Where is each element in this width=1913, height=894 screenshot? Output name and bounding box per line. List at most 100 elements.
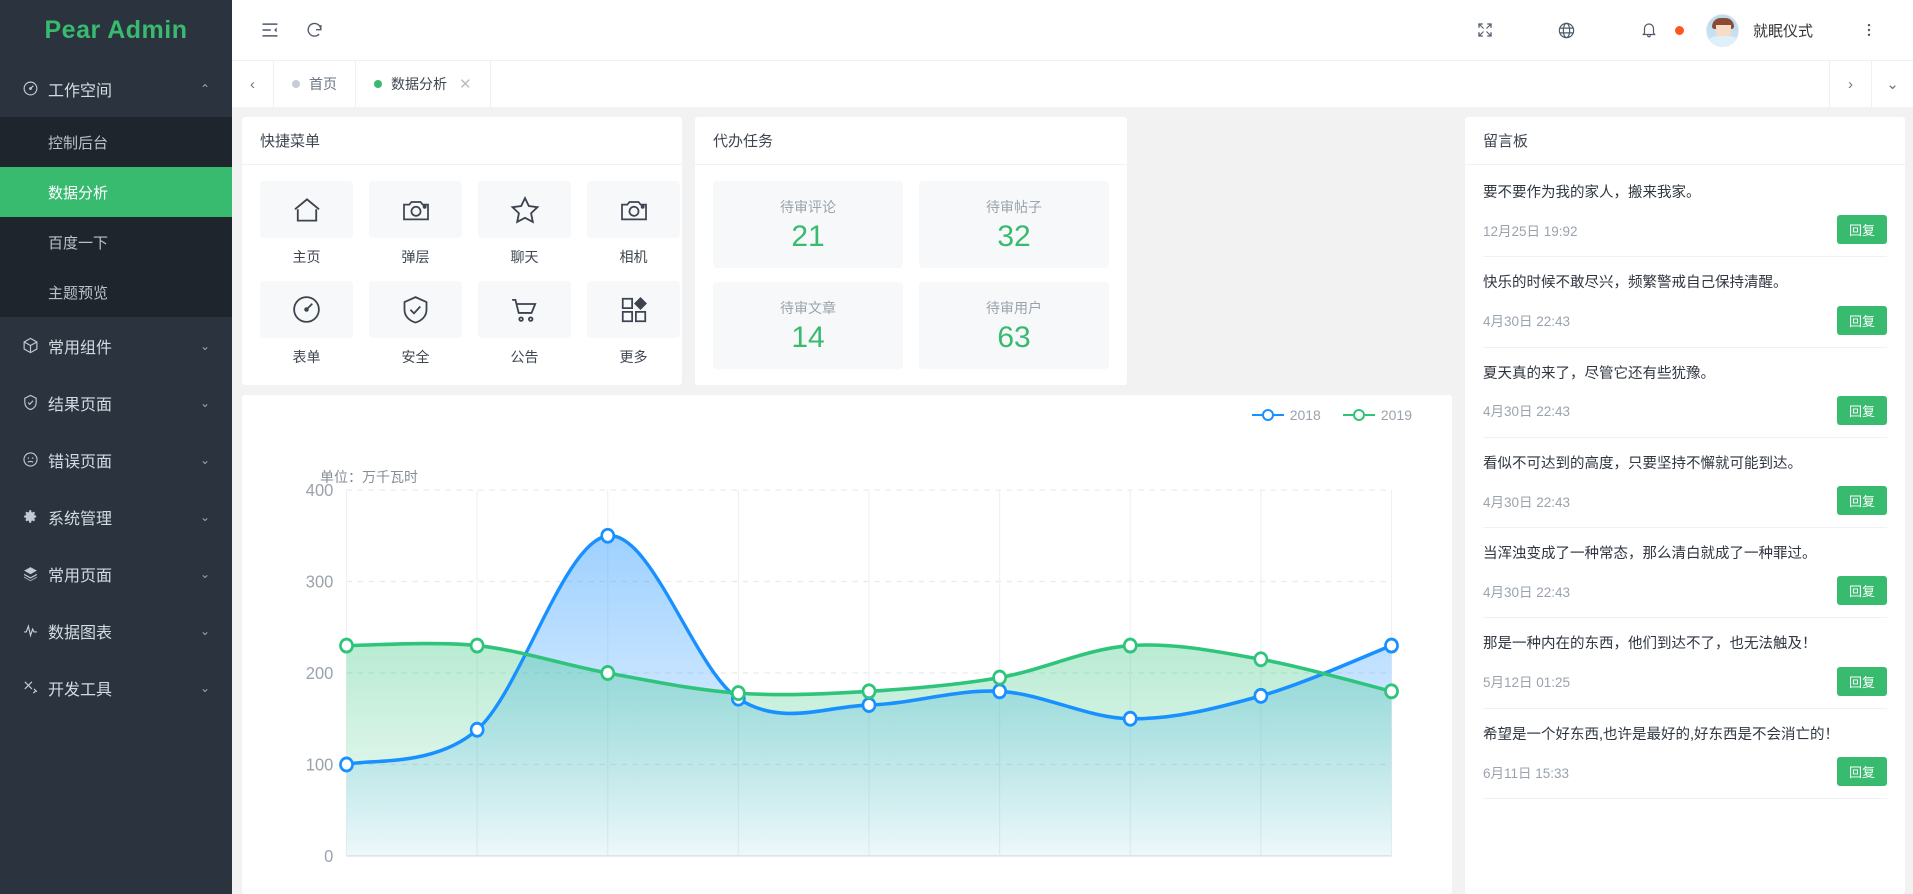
quick-item-security[interactable]: 安全 xyxy=(369,281,462,367)
todo-item-count: 14 xyxy=(791,323,824,353)
notification-dot xyxy=(1675,26,1684,35)
data-point[interactable] xyxy=(471,723,483,736)
data-point[interactable] xyxy=(1385,639,1397,652)
quick-item-chat[interactable]: 聊天 xyxy=(478,181,571,267)
quick-menu-grid: 主页 弹层 xyxy=(260,181,664,367)
sidebar-group-common-pages[interactable]: 常用页面 ⌄ xyxy=(0,545,232,602)
sidebar-item-control-backend[interactable]: 控制后台 xyxy=(0,117,232,167)
quick-item-home[interactable]: 主页 xyxy=(260,181,353,267)
legend-label: 2019 xyxy=(1381,407,1412,423)
reply-button[interactable]: 回复 xyxy=(1837,215,1887,244)
brand-logo: Pear Admin xyxy=(0,0,232,60)
todo-item-users[interactable]: 待审用户 63 xyxy=(919,282,1109,369)
todo-item-articles[interactable]: 待审文章 14 xyxy=(713,282,903,369)
reply-button[interactable]: 回复 xyxy=(1837,396,1887,425)
quick-item-notice[interactable]: 公告 xyxy=(478,281,571,367)
data-point[interactable] xyxy=(602,529,614,542)
quick-item-label: 聊天 xyxy=(511,247,539,267)
data-point[interactable] xyxy=(1385,685,1397,698)
legend-item-2018[interactable]: 2018 xyxy=(1252,407,1321,423)
avatar[interactable] xyxy=(1706,14,1739,47)
sidebar-item-baidu[interactable]: 百度一下 xyxy=(0,217,232,267)
chart-card: 2018 2019 单位：万千瓦时 0100200300400 xyxy=(242,395,1452,894)
chevron-left-icon[interactable]: ‹ xyxy=(232,61,274,107)
reply-button[interactable]: 回复 xyxy=(1837,306,1887,335)
data-point[interactable] xyxy=(994,685,1006,698)
sidebar-group-components[interactable]: 常用组件 ⌄ xyxy=(0,317,232,374)
legend-item-2019[interactable]: 2019 xyxy=(1343,407,1412,423)
data-point[interactable] xyxy=(994,671,1006,684)
quick-item-form[interactable]: 表单 xyxy=(260,281,353,367)
message-footer: 12月25日 19:92回复 xyxy=(1483,215,1887,244)
quick-item-more[interactable]: 更多 xyxy=(587,281,680,367)
legend-marker-2019 xyxy=(1343,408,1375,422)
tab-label: 数据分析 xyxy=(391,74,447,94)
cart-icon xyxy=(478,281,571,338)
sidebar-group-result-pages[interactable]: 结果页面 ⌄ xyxy=(0,374,232,431)
reply-button[interactable]: 回复 xyxy=(1837,486,1887,515)
sidebar-group-charts[interactable]: 数据图表 ⌄ xyxy=(0,602,232,659)
message-footer: 6月11日 15:33 回复 xyxy=(1483,757,1887,786)
cube-icon xyxy=(22,337,48,354)
tab-data-analysis[interactable]: 数据分析 ✕ xyxy=(356,61,491,107)
reply-button[interactable]: 回复 xyxy=(1837,667,1887,696)
data-point[interactable] xyxy=(863,698,875,711)
data-point[interactable] xyxy=(732,687,744,700)
data-point[interactable] xyxy=(1255,689,1267,702)
reply-button[interactable]: 回复 xyxy=(1837,757,1887,786)
data-point[interactable] xyxy=(471,639,483,652)
data-point[interactable] xyxy=(340,639,352,652)
quick-menu-body: 主页 弹层 xyxy=(242,165,682,385)
todo-item-count: 21 xyxy=(791,222,824,252)
notification-button[interactable] xyxy=(1627,8,1684,52)
shield-check-icon xyxy=(22,394,48,411)
sidebar: Pear Admin 工作空间 ⌃ 控制后台 数据分析 百度一下 主题预览 常用 xyxy=(0,0,232,894)
data-point[interactable] xyxy=(1255,653,1267,666)
quick-item-camera[interactable]: 相机 xyxy=(587,181,680,267)
sidebar-item-theme-preview[interactable]: 主题预览 xyxy=(0,267,232,317)
bell-icon[interactable] xyxy=(1627,8,1671,52)
sidebar-group-dev-tools[interactable]: 开发工具 ⌄ xyxy=(0,659,232,716)
left-column: 快捷菜单 主页 xyxy=(242,117,1452,894)
todo-item-posts[interactable]: 待审帖子 32 xyxy=(919,181,1109,268)
quick-menu-card: 快捷菜单 主页 xyxy=(242,117,682,385)
refresh-icon[interactable] xyxy=(292,8,336,52)
reply-button[interactable]: 回复 xyxy=(1837,576,1887,605)
chevron-up-icon: ⌃ xyxy=(200,82,210,96)
home-icon xyxy=(260,181,353,238)
username-label[interactable]: 就眠仪式 xyxy=(1753,20,1813,41)
menu-fold-icon[interactable] xyxy=(248,8,292,52)
data-point[interactable] xyxy=(1124,639,1136,652)
layers-icon xyxy=(22,565,48,582)
message-text: 快乐的时候不敢尽兴，频繁警戒自己保持清醒。 xyxy=(1483,273,1887,293)
chevron-down-icon: ⌄ xyxy=(200,624,210,638)
message-item: 夏天真的来了，尽管它还有些犹豫。4月30日 22:43回复 xyxy=(1483,348,1887,438)
tools-icon xyxy=(22,679,48,696)
todo-item-comments[interactable]: 待审评论 21 xyxy=(713,181,903,268)
y-axis-tick: 400 xyxy=(306,479,334,500)
sidebar-group-system[interactable]: 系统管理 ⌄ xyxy=(0,488,232,545)
close-icon[interactable]: ✕ xyxy=(459,75,472,93)
globe-icon[interactable] xyxy=(1545,8,1589,52)
chevron-down-icon[interactable]: ⌄ xyxy=(1871,61,1913,107)
chevron-right-icon[interactable]: › xyxy=(1829,61,1871,107)
data-point[interactable] xyxy=(340,758,352,771)
tab-home[interactable]: 首页 xyxy=(274,61,356,107)
sidebar-group-error-pages[interactable]: 错误页面 ⌄ xyxy=(0,431,232,488)
data-point[interactable] xyxy=(602,666,614,679)
more-vertical-icon[interactable] xyxy=(1847,8,1891,52)
message-list[interactable]: 要不要作为我的家人，搬来我家。12月25日 19:92回复快乐的时候不敢尽兴，频… xyxy=(1465,165,1905,894)
message-item: 那是一种内在的东西，他们到达不了，也无法触及！5月12日 01:25回复 xyxy=(1483,618,1887,708)
sidebar-group-workspace[interactable]: 工作空间 ⌃ xyxy=(0,60,232,117)
sidebar-item-data-analysis[interactable]: 数据分析 xyxy=(0,167,232,217)
fullscreen-icon[interactable] xyxy=(1463,8,1507,52)
data-point[interactable] xyxy=(1124,712,1136,725)
quick-item-label: 主页 xyxy=(293,247,321,267)
message-time: 6月11日 15:33 xyxy=(1483,762,1569,782)
sidebar-item-label: 数据分析 xyxy=(48,182,108,203)
shield-check-icon xyxy=(369,281,462,338)
data-point[interactable] xyxy=(863,685,875,698)
message-text: 当浑浊变成了一种常态，那么清白就成了一种罪过。 xyxy=(1483,544,1887,564)
quick-item-popup[interactable]: 弹层 xyxy=(369,181,462,267)
message-time: 4月30日 22:43 xyxy=(1483,400,1570,420)
